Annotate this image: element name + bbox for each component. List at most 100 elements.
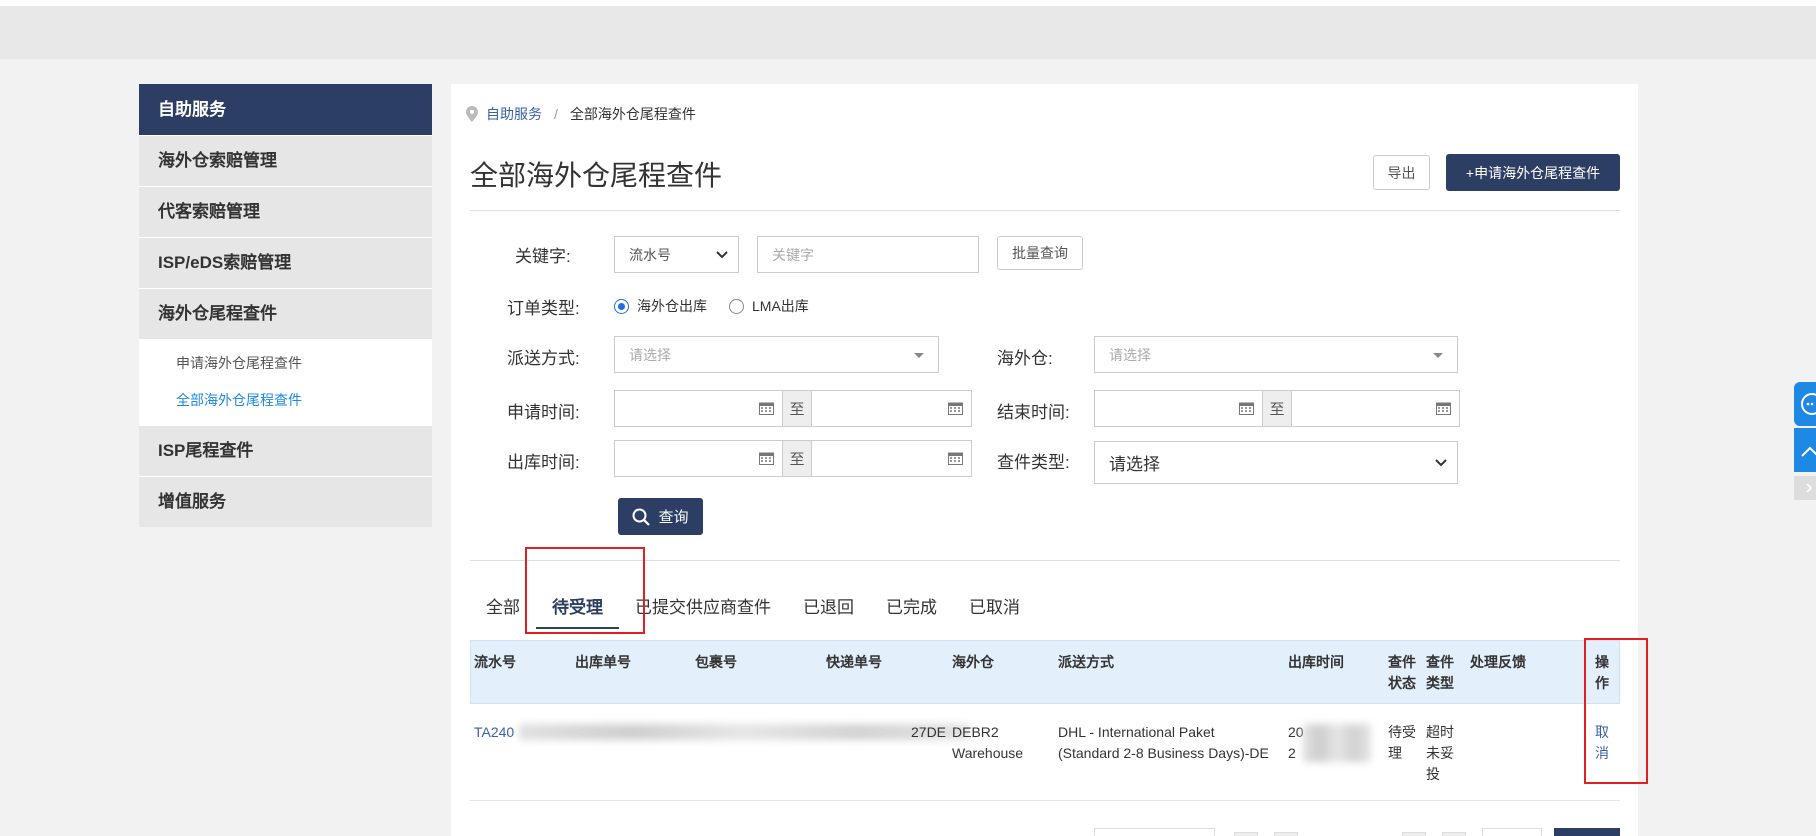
keyword-input[interactable]: 关键字	[757, 236, 979, 273]
keyword-label: 关键字:	[515, 247, 571, 266]
warehouse-select[interactable]: 请选择	[1094, 336, 1458, 373]
chevron-right-icon	[1806, 483, 1813, 493]
caret-down-icon	[914, 353, 924, 358]
delivery-select[interactable]: 请选择	[614, 336, 939, 373]
apply-query-button[interactable]: +申请海外仓尾程查件	[1446, 154, 1620, 191]
search-icon	[632, 508, 651, 526]
chat-bubble-icon	[1801, 393, 1816, 415]
keyword-type-select[interactable]: 流水号	[614, 236, 739, 273]
end-time-start-input[interactable]	[1095, 391, 1262, 426]
end-time-end-input[interactable]	[1292, 391, 1459, 426]
keyword-placeholder: 关键字	[772, 246, 814, 263]
row-serial-link[interactable]: TA240	[474, 722, 514, 743]
query-type-select[interactable]: 请选择	[1094, 441, 1458, 484]
redacted-blur	[1303, 724, 1371, 762]
search-button-label: 查询	[658, 509, 689, 526]
caret-down-icon	[1433, 353, 1443, 358]
outbound-time-start-input[interactable]	[615, 441, 782, 476]
row-outbound-time-line2: 2	[1288, 745, 1296, 761]
page-size-select[interactable]	[1094, 828, 1215, 836]
back-to-top-button[interactable]	[1794, 428, 1816, 472]
tab-returned[interactable]: 已退回	[787, 593, 870, 629]
apply-time-range: 至	[614, 390, 972, 427]
location-pin-icon	[466, 106, 478, 122]
order-type-radio-lma[interactable]: LMA出库	[729, 296, 809, 316]
sidebar-item-isp-lastmile[interactable]: ISP尾程查件	[139, 425, 432, 476]
breadcrumb: 自助服务 / 全部海外仓尾程查件	[466, 104, 696, 124]
range-separator: 至	[1262, 391, 1292, 426]
sidebar-item-overseas-claims[interactable]: 海外仓索赔管理	[139, 135, 432, 186]
col-header-package-no: 包裹号	[695, 654, 737, 670]
search-button[interactable]: 查询	[618, 498, 703, 535]
delivery-placeholder: 请选择	[629, 346, 671, 363]
range-separator: 至	[782, 441, 812, 476]
order-type-label: 订单类型:	[507, 299, 580, 318]
top-bar	[0, 0, 1816, 59]
end-time-range: 至	[1094, 390, 1460, 427]
highlight-box-action-column	[1584, 638, 1648, 784]
keyword-type-value: 流水号	[629, 246, 671, 263]
sidebar-subitem-all[interactable]: 全部海外仓尾程查件	[139, 382, 432, 419]
sidebar-submenu: 申请海外仓尾程查件 全部海外仓尾程查件	[139, 339, 432, 425]
row-delivery: DHL - International Paket (Standard 2-8 …	[1058, 724, 1269, 761]
page-go-button[interactable]	[1554, 828, 1620, 836]
chevron-down-icon	[716, 250, 728, 258]
col-header-warehouse: 海外仓	[952, 654, 994, 670]
outbound-time-end-input[interactable]	[812, 441, 971, 476]
sidebar-item-isp-eds-claims[interactable]: ISP/eDS索赔管理	[139, 237, 432, 288]
tab-cancelled[interactable]: 已取消	[953, 593, 1036, 629]
redacted-blur	[519, 724, 969, 740]
chat-float-button[interactable]	[1794, 382, 1816, 426]
calendar-icon	[1239, 402, 1254, 415]
sidebar-item-value-added[interactable]: 增值服务	[139, 476, 432, 527]
batch-query-button[interactable]: 批量查询	[997, 236, 1083, 270]
col-header-tracking-no: 快递单号	[826, 654, 882, 670]
apply-time-label: 申请时间:	[507, 403, 580, 422]
sidebar-item-overseas-lastmile[interactable]: 海外仓尾程查件	[139, 288, 432, 339]
divider	[470, 210, 1620, 211]
sidebar: 自助服务 海外仓索赔管理 代客索赔管理 ISP/eDS索赔管理 海外仓尾程查件 …	[139, 84, 432, 527]
collapse-float-button[interactable]	[1794, 476, 1816, 500]
chevron-down-icon	[1435, 458, 1447, 466]
breadcrumb-separator: /	[554, 106, 558, 122]
row-status: 待受理	[1388, 724, 1416, 761]
export-button[interactable]: 导出	[1373, 155, 1430, 190]
col-header-feedback: 处理反馈	[1470, 654, 1526, 670]
warehouse-label: 海外仓:	[997, 349, 1053, 368]
row-tracking-tail: 27DE	[911, 724, 947, 740]
first-page-button[interactable]	[1234, 832, 1258, 836]
breadcrumb-root-link[interactable]: 自助服务	[486, 104, 542, 124]
outbound-time-label: 出库时间:	[507, 453, 580, 472]
delivery-label: 派送方式:	[507, 349, 580, 368]
row-warehouse: DEBR2 Warehouse	[952, 724, 1024, 761]
range-separator: 至	[782, 391, 812, 426]
apply-time-start-input[interactable]	[615, 391, 782, 426]
last-page-button[interactable]	[1442, 832, 1466, 836]
query-type-value: 请选择	[1109, 455, 1160, 474]
prev-page-button[interactable]	[1274, 832, 1298, 836]
page-title: 全部海外仓尾程查件	[470, 160, 723, 191]
col-header-serial: 流水号	[474, 654, 516, 670]
end-time-label: 结束时间:	[997, 403, 1070, 422]
tab-completed[interactable]: 已完成	[870, 593, 953, 629]
col-header-status: 查件状态	[1388, 654, 1416, 691]
calendar-icon	[759, 452, 774, 465]
calendar-icon	[948, 402, 963, 415]
radio-checked-icon	[614, 298, 629, 314]
page-jump-input[interactable]	[1482, 828, 1542, 836]
warehouse-placeholder: 请选择	[1109, 346, 1151, 363]
next-page-button[interactable]	[1402, 832, 1426, 836]
row-query-type: 超时未妥投	[1426, 724, 1454, 782]
sidebar-item-proxy-claims[interactable]: 代客索赔管理	[139, 186, 432, 237]
apply-time-end-input[interactable]	[812, 391, 971, 426]
col-header-delivery: 派送方式	[1058, 654, 1114, 670]
outbound-time-range: 至	[614, 440, 972, 477]
col-header-query-type: 查件类型	[1426, 654, 1454, 691]
order-type-radio-overseas[interactable]: 海外仓出库	[614, 296, 707, 316]
row-outbound-time-line1: 20	[1288, 724, 1304, 740]
query-type-label: 查件类型:	[997, 453, 1070, 472]
sidebar-subitem-apply[interactable]: 申请海外仓尾程查件	[139, 345, 432, 382]
col-header-outbound-time: 出库时间	[1288, 654, 1344, 670]
order-type-option-label: 海外仓出库	[637, 298, 707, 314]
calendar-icon	[948, 452, 963, 465]
